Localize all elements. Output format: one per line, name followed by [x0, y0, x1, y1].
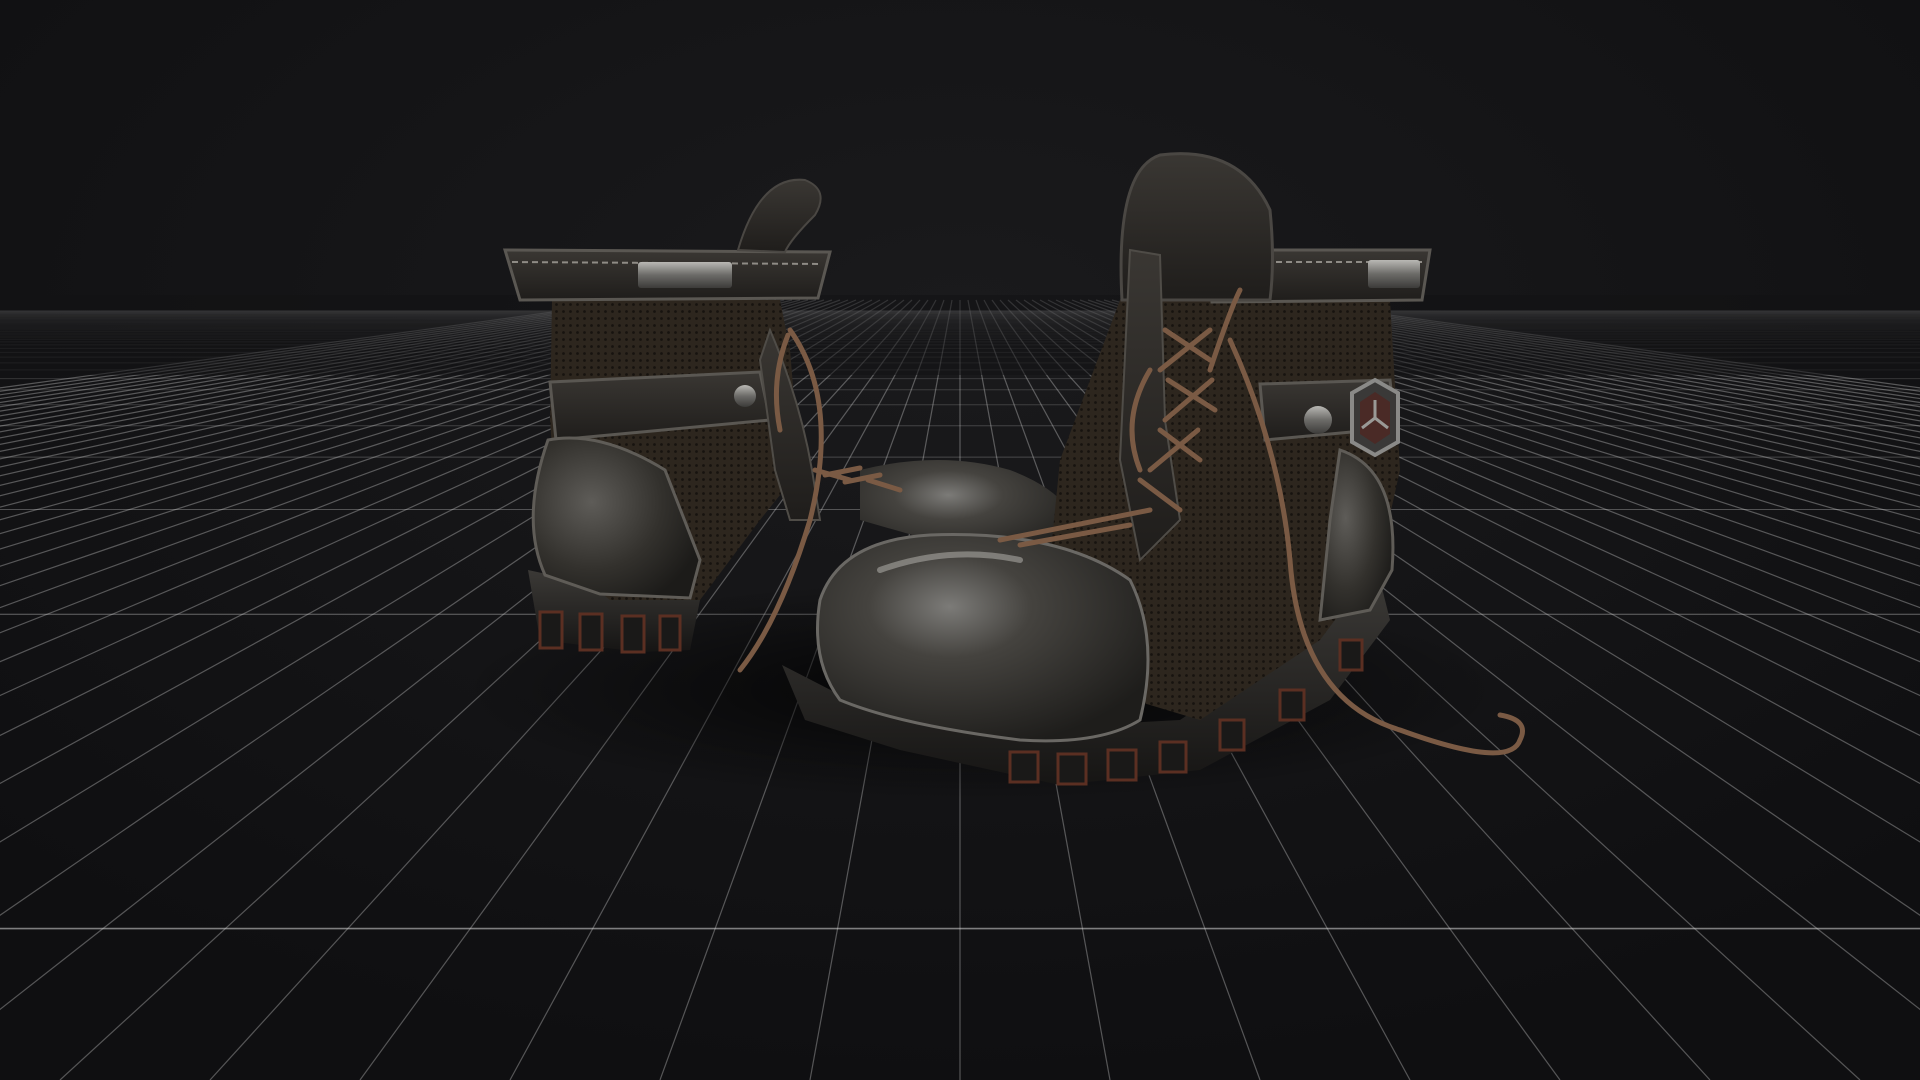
left-boot-strap-rivet	[734, 385, 756, 407]
right-boot-metal-plate	[1368, 260, 1420, 288]
horizon-fade	[0, 295, 1920, 375]
left-boot-metal-plate	[638, 262, 732, 288]
right-boot-toe-cap	[816, 533, 1150, 743]
right-boot-badge	[1350, 377, 1400, 458]
right-boot-strap-rivet	[1304, 406, 1332, 434]
boots-render-viewport	[0, 0, 1920, 1080]
